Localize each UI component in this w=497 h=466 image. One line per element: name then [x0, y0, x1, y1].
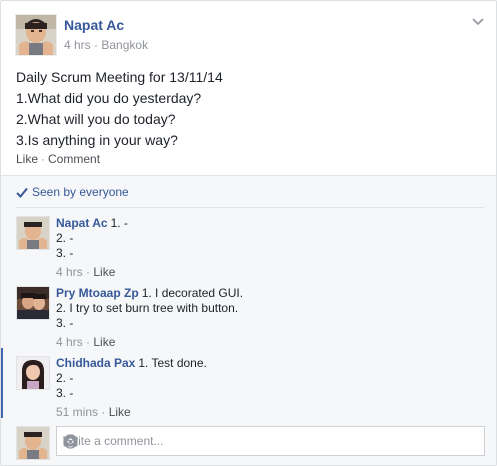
post-text-line: 3.Is anything in your way?: [16, 132, 178, 148]
comment-time[interactable]: 51 mins: [56, 405, 98, 419]
commenter-avatar[interactable]: [16, 356, 50, 390]
post-text-line: Daily Scrum Meeting for 13/11/14: [16, 69, 223, 85]
commenter-name[interactable]: Napat Ac: [56, 216, 108, 230]
comment-text-line: 2. -: [56, 231, 74, 245]
comment-text-line: 2. I try to set burn tree with button.: [56, 301, 239, 315]
meta-separator: ·: [86, 335, 91, 349]
like-button[interactable]: Like: [16, 152, 38, 166]
divider: [16, 207, 484, 208]
commenter-avatar[interactable]: [16, 216, 50, 250]
post-meta: 4 hrs · Bangkok: [64, 38, 148, 52]
comment-meta: 51 mins · Like: [56, 405, 207, 420]
smiley-icon[interactable]: [63, 434, 476, 452]
meta-separator: ·: [86, 265, 91, 279]
post-time[interactable]: 4 hrs: [64, 38, 91, 52]
comment-time[interactable]: 4 hrs: [56, 265, 83, 279]
commenter-avatar[interactable]: [16, 286, 50, 320]
comment-body: Chidhada Pax 1. Test done. 2. - 3. - 51 m…: [56, 356, 207, 420]
meta-separator: ·: [94, 38, 99, 52]
checkmark-icon: [16, 187, 28, 198]
post-card: Napat Ac 4 hrs · Bangkok Daily Scrum Mee…: [0, 0, 497, 466]
meta-separator: ·: [101, 405, 106, 419]
seen-by-label: Seen by everyone: [32, 185, 129, 199]
commenter-name[interactable]: Pry Mtoaap Zp: [56, 286, 139, 300]
comment-input[interactable]: Write a comment...: [56, 426, 485, 456]
comment-text-line: 1. Test done.: [138, 356, 207, 370]
comment-text-line: 3. -: [56, 316, 74, 330]
commenter-name[interactable]: Chidhada Pax: [56, 356, 135, 370]
post-actions: Like · Comment: [16, 152, 100, 166]
comment-like-button[interactable]: Like: [109, 405, 131, 419]
comment-text-line: 3. -: [56, 386, 74, 400]
comment-button[interactable]: Comment: [48, 152, 100, 166]
seen-by[interactable]: Seen by everyone: [16, 185, 129, 199]
current-user-avatar: [16, 426, 50, 460]
comment-text-line: 3. -: [56, 246, 74, 260]
comment-meta: 4 hrs · Like: [56, 335, 243, 350]
post-location[interactable]: Bangkok: [101, 38, 148, 52]
comment-body: Napat Ac 1. - 2. - 3. - 4 hrs · Like: [56, 216, 128, 280]
comment-time[interactable]: 4 hrs: [56, 335, 83, 349]
comment-text-line: 1. -: [110, 216, 128, 230]
feedback-section: Seen by everyone Napat Ac1. - 2. - 3. -: [1, 175, 496, 465]
comment-like-button[interactable]: Like: [93, 265, 115, 279]
comment-text-line: 2. -: [56, 371, 74, 385]
post-text: Daily Scrum Meeting for 13/11/14 1.What …: [16, 67, 223, 151]
author-avatar[interactable]: [15, 14, 57, 56]
post-author-name[interactable]: Napat Ac: [64, 17, 124, 33]
post-text-line: 2.What will you do today?: [16, 111, 176, 127]
comment-meta: 4 hrs · Like: [56, 265, 128, 280]
comment-body: Pry Mtoaap Zp 1. I decorated GUI. 2. I tr…: [56, 286, 243, 350]
chevron-down-icon[interactable]: [470, 15, 486, 27]
post-text-line: 1.What did you do yesterday?: [16, 90, 202, 106]
action-separator: ·: [41, 152, 46, 166]
comment-text-line: 1. I decorated GUI.: [141, 286, 244, 300]
active-comment-indicator: [1, 348, 3, 418]
comment-like-button[interactable]: Like: [93, 335, 115, 349]
